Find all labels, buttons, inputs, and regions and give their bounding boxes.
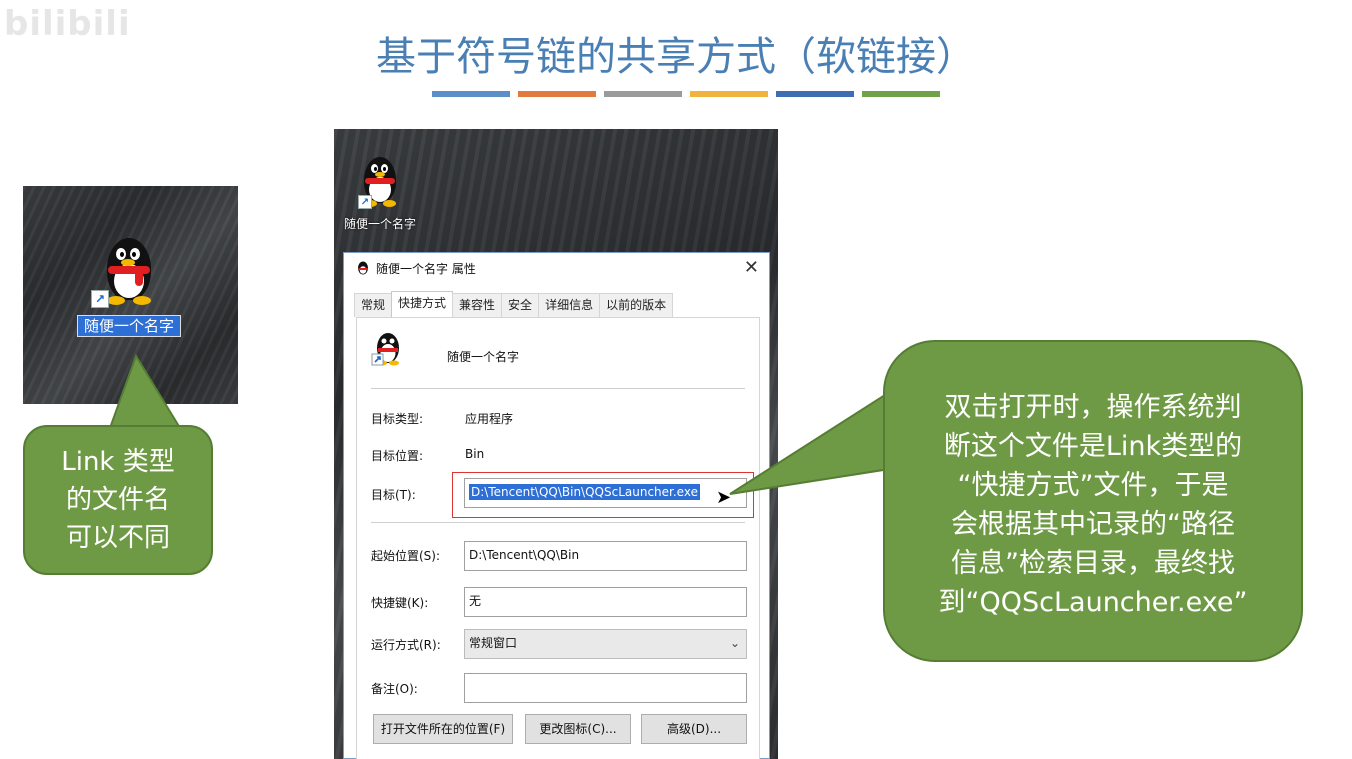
right-callout-line-5: 信息”检索目录，最终找 bbox=[951, 548, 1235, 579]
right-callout-line-1: 双击打开时，操作系统判 bbox=[944, 392, 1242, 423]
right-callout-line-6: 到“QQScLauncher.exe” bbox=[938, 587, 1248, 618]
slide: bilibili 基于符号链的共享方式（软链接） ↗ 随便一个名字 Link 类… bbox=[0, 0, 1352, 759]
right-callout-line-4: 会根据其中记录的“路径 bbox=[951, 509, 1235, 540]
right-callout-line-3: “快捷方式”文件，于是 bbox=[957, 470, 1229, 501]
right-callout-line-2: 断这个文件是Link类型的 bbox=[943, 431, 1243, 462]
right-callout: 双击打开时，操作系统判 断这个文件是Link类型的 “快捷方式”文件，于是 会根… bbox=[883, 340, 1303, 662]
